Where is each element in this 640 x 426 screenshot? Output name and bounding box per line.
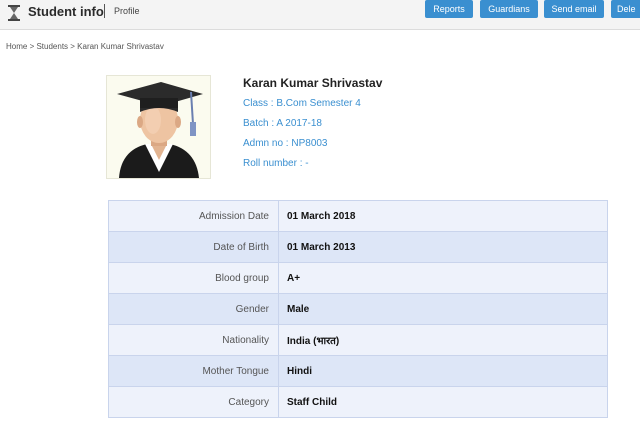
title-divider bbox=[104, 4, 105, 18]
class-info: Class : B.Com Semester 4 bbox=[243, 98, 361, 109]
detail-label: Admission Date bbox=[108, 200, 279, 232]
detail-label: Nationality bbox=[108, 324, 279, 356]
table-row: Nationality India (भारत) bbox=[108, 324, 608, 356]
roll-number: Roll number : - bbox=[243, 158, 309, 169]
avatar bbox=[106, 75, 211, 179]
reports-button[interactable]: Reports bbox=[425, 0, 473, 18]
graduate-avatar-icon bbox=[117, 82, 203, 178]
delete-button[interactable]: Dele bbox=[611, 0, 640, 18]
detail-label: Blood group bbox=[108, 262, 279, 294]
table-row: Admission Date 01 March 2018 bbox=[108, 200, 608, 232]
table-row: Mother Tongue Hindi bbox=[108, 355, 608, 387]
detail-label: Mother Tongue bbox=[108, 355, 279, 387]
table-row: Category Staff Child bbox=[108, 386, 608, 418]
breadcrumb: Home > Students > Karan Kumar Shrivastav bbox=[6, 42, 164, 51]
detail-value: Staff Child bbox=[278, 386, 608, 418]
detail-value: A+ bbox=[278, 262, 608, 294]
guardians-button[interactable]: Guardians bbox=[480, 0, 538, 18]
top-bar: Student info Profile Reports Guardians S… bbox=[0, 0, 640, 30]
detail-label: Category bbox=[108, 386, 279, 418]
student-name: Karan Kumar Shrivastav bbox=[243, 76, 383, 90]
detail-label: Gender bbox=[108, 293, 279, 325]
table-row: Blood group A+ bbox=[108, 262, 608, 294]
page-title: Student info bbox=[28, 4, 104, 19]
detail-value: 01 March 2018 bbox=[278, 200, 608, 232]
detail-value: Male bbox=[278, 293, 608, 325]
send-email-button[interactable]: Send email bbox=[544, 0, 604, 18]
student-details-table: Admission Date 01 March 2018 Date of Bir… bbox=[108, 200, 608, 418]
table-row: Gender Male bbox=[108, 293, 608, 325]
detail-value: India (भारत) bbox=[278, 324, 608, 356]
admission-number: Admn no : NP8003 bbox=[243, 138, 328, 149]
detail-label: Date of Birth bbox=[108, 231, 279, 263]
hourglass-icon bbox=[8, 5, 20, 21]
batch-info: Batch : A 2017-18 bbox=[243, 118, 322, 129]
detail-value: 01 March 2013 bbox=[278, 231, 608, 263]
detail-value: Hindi bbox=[278, 355, 608, 387]
page-subtitle: Profile bbox=[114, 6, 140, 16]
table-row: Date of Birth 01 March 2013 bbox=[108, 231, 608, 263]
